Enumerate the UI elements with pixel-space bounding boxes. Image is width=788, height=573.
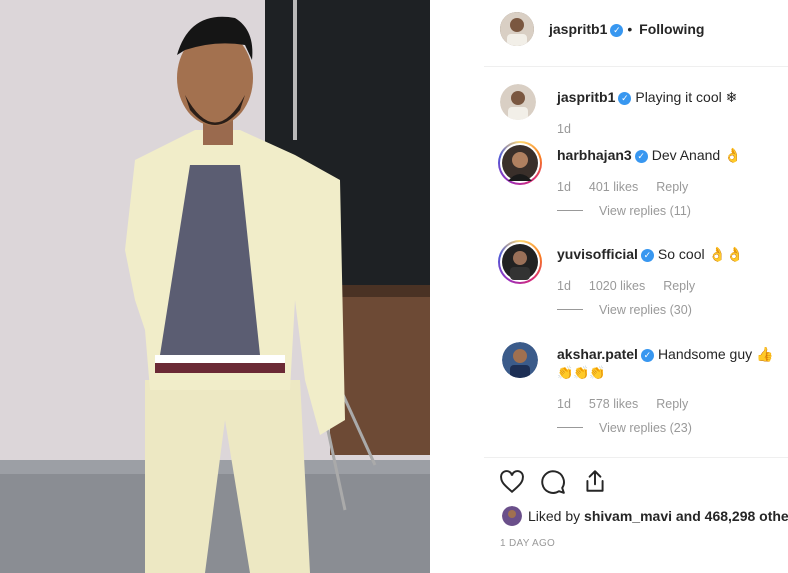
caption-text: Playing it cool ❄ [635,89,738,105]
comment-text-continued: 👏👏👏 [557,365,606,380]
comment-item: akshar.patel ✓ Handsome guy 👍 [557,346,773,363]
comment-likes[interactable]: 578 likes [589,397,638,411]
comment-meta: 1d 1020 likes Reply [557,279,713,293]
comment-avatar-akshar-image [502,342,538,378]
comment-username[interactable]: akshar.patel [557,346,638,362]
share-icon[interactable] [582,468,608,499]
author-username[interactable]: jaspritb1 [549,21,607,37]
comment-item: yuvisofficial ✓ So cool 👌👌 [557,246,743,263]
comment-icon[interactable] [540,469,566,500]
caption: jaspritb1 ✓ Playing it cool ❄ [557,89,737,106]
view-replies[interactable]: View replies (23) [557,421,692,435]
post-sidebar: jaspritb1 ✓ • Following jaspritb1 ✓ Playing … [484,0,788,573]
comment-username[interactable]: harbhajan3 [557,147,632,163]
caption-avatar[interactable] [500,84,536,120]
likes-others[interactable]: and 468,298 othe [676,508,788,524]
verified-icon: ✓ [610,24,624,37]
comment-meta: 1d 578 likes Reply [557,397,706,411]
likes-prefix: Liked by [528,508,581,524]
actions-divider [484,457,788,458]
comment-text: So cool 👌👌 [657,246,744,262]
caption-avatar-image [500,84,536,120]
reply-button[interactable]: Reply [656,397,688,411]
post-header: jaspritb1 ✓ • Following [549,21,704,37]
liker-avatar[interactable] [502,506,522,526]
verified-icon: ✓ [640,249,654,262]
caption-time: 1d [557,122,571,136]
comment-avatar-ring[interactable] [498,240,542,284]
comment-time: 1d [557,397,571,411]
replies-dash [557,309,583,310]
caption-username[interactable]: jaspritb1 [557,89,615,105]
comment-avatar-ring[interactable] [498,141,542,185]
liker-avatar-image [502,506,522,526]
author-avatar-image [500,12,534,46]
verified-icon: ✓ [618,92,632,105]
comment-avatar-yuvisofficial [502,244,538,280]
caption-meta: 1d [557,122,589,136]
view-replies-label[interactable]: View replies (30) [599,303,692,317]
comment-username[interactable]: yuvisofficial [557,246,638,262]
view-replies-label[interactable]: View replies (11) [599,204,691,218]
liker-username[interactable]: shivam_mavi [584,508,672,524]
post-image [0,0,430,573]
header-divider [484,66,788,67]
verified-icon: ✓ [640,349,654,362]
comment-avatar-harbhajan3 [502,145,538,181]
replies-dash [557,427,583,428]
comment-meta: 1d 401 likes Reply [557,180,706,194]
view-replies[interactable]: View replies (11) [557,204,691,218]
comment-text: Dev Anand 👌 [651,147,742,163]
header-separator: • [627,21,633,37]
comment-item: harbhajan3 ✓ Dev Anand 👌 [557,147,742,164]
view-replies-label[interactable]: View replies (23) [599,421,692,435]
post-photo [0,0,430,573]
comment-time: 1d [557,279,571,293]
likes-summary: Liked by shivam_mavi and 468,298 othe [528,508,788,524]
following-button[interactable]: Following [639,21,704,37]
comment-likes[interactable]: 1020 likes [589,279,645,293]
author-avatar[interactable] [500,12,534,46]
reply-button[interactable]: Reply [663,279,695,293]
comment-text: Handsome guy 👍 [657,346,774,362]
comment-time: 1d [557,180,571,194]
comment-likes[interactable]: 401 likes [589,180,638,194]
replies-dash [557,210,583,211]
reply-button[interactable]: Reply [656,180,688,194]
verified-icon: ✓ [634,150,648,163]
view-replies[interactable]: View replies (30) [557,303,692,317]
comment-avatar-akshar[interactable] [502,342,538,378]
post-timestamp: 1 DAY AGO [500,538,556,549]
heart-icon[interactable] [499,469,525,500]
